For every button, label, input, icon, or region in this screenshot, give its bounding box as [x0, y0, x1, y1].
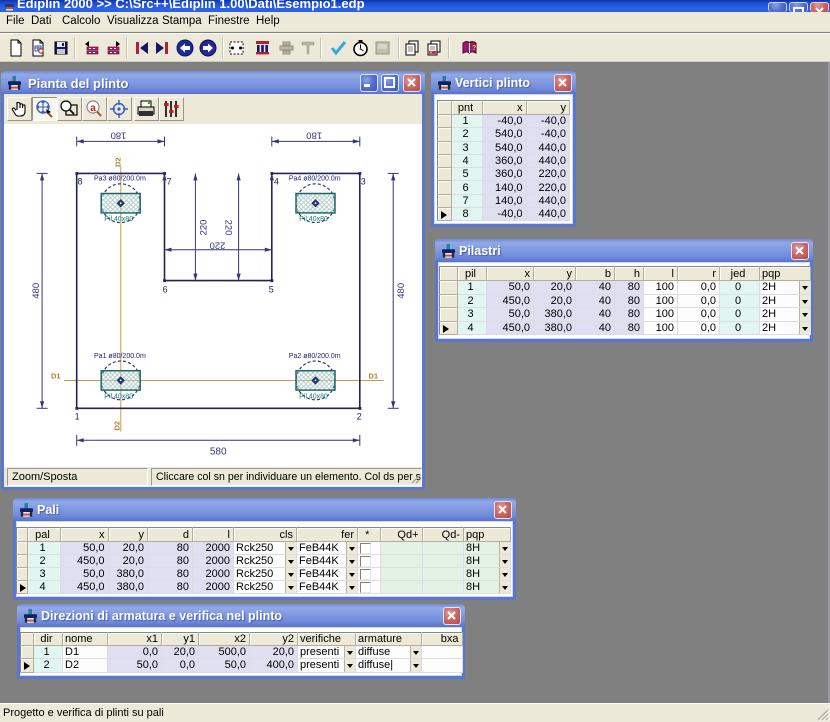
svg-text:4: 4	[274, 177, 279, 187]
svg-text:220: 220	[210, 239, 226, 250]
svg-text:480: 480	[31, 283, 42, 299]
svg-text:a: a	[90, 103, 96, 114]
svg-text:Pil 40x80: Pil 40x80	[299, 393, 328, 400]
svg-text:2: 2	[357, 411, 362, 421]
svg-text:D2: D2	[112, 421, 121, 431]
svg-text:220: 220	[223, 220, 234, 236]
svg-text:Pil 40x80: Pil 40x80	[299, 216, 328, 223]
svg-text:1: 1	[75, 411, 80, 421]
svg-text:?: ?	[472, 45, 476, 52]
svg-text:D2: D2	[113, 157, 122, 167]
svg-text:Pa3 ø80/200.0m: Pa3 ø80/200.0m	[94, 176, 146, 183]
svg-text:180: 180	[111, 130, 127, 141]
svg-text:5: 5	[269, 284, 274, 294]
svg-text:Pa4 ø80/200.0m: Pa4 ø80/200.0m	[289, 176, 341, 183]
svg-text:3: 3	[361, 177, 366, 187]
svg-text:D1: D1	[369, 372, 379, 381]
svg-text:7: 7	[167, 177, 172, 187]
svg-text:Pil 40x80: Pil 40x80	[104, 216, 133, 223]
svg-text:Pa2 ø80/200.0m: Pa2 ø80/200.0m	[289, 353, 341, 360]
svg-text:580: 580	[210, 447, 227, 458]
svg-text:8: 8	[78, 177, 83, 187]
svg-text:Pil 40x80: Pil 40x80	[104, 393, 133, 400]
svg-text:220: 220	[199, 220, 210, 236]
svg-text:D1: D1	[51, 372, 61, 381]
svg-text:480: 480	[396, 283, 407, 299]
svg-text:180: 180	[306, 130, 322, 141]
svg-text:6: 6	[163, 284, 168, 294]
svg-text:Pa1 ø80/200.0m: Pa1 ø80/200.0m	[94, 353, 146, 360]
